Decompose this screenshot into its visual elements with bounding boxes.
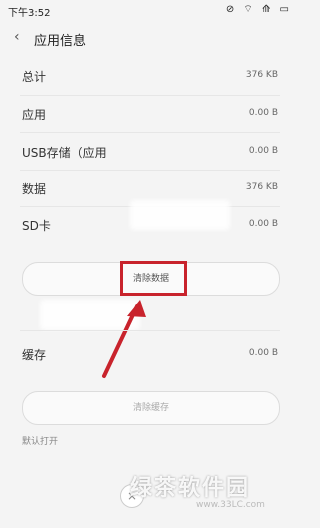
watermark-url: www.33LC.com [196, 500, 265, 510]
clear-cache-button[interactable]: 清除缓存 [22, 391, 280, 425]
row-cache: 缓存 0.00 B [0, 334, 300, 374]
row-label: 缓存 [22, 348, 47, 362]
watermark-logo: 绿茶软件园 [130, 476, 251, 501]
annotation-arrow-icon [102, 300, 146, 378]
section-default-open: 默认打开 [22, 437, 59, 447]
divider [20, 330, 280, 331]
row-value: 0.00 B [248, 348, 278, 358]
